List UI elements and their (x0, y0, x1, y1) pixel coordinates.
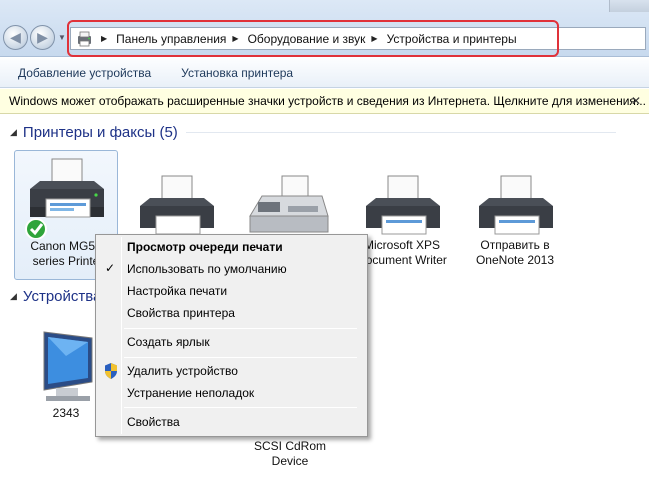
device-label: Device (271, 454, 309, 468)
printers-group-title: Принтеры и факсы (5) (22, 124, 178, 141)
menu-item-print-settings[interactable]: Настройка печати (127, 281, 227, 301)
menu-item-properties[interactable]: Свойства (127, 412, 180, 432)
forward-arrow-icon: ▶ (37, 29, 48, 45)
device-label: SCSI CdRom (253, 439, 327, 453)
menu-separator (124, 407, 357, 408)
device-label: Отправить в (480, 238, 550, 252)
printer-icon (140, 175, 214, 235)
breadcrumb-control-panel[interactable]: Панель управления (116, 32, 226, 46)
menu-separator (124, 357, 357, 358)
navigation-bar: ◀ ▶ ▼ ▶ Панель управления ▶ Оборудование… (0, 0, 649, 57)
breadcrumb-separator-icon[interactable]: ▶ (371, 34, 377, 43)
menu-item-create-shortcut[interactable]: Создать ярлык (127, 332, 210, 352)
info-bar[interactable]: Windows может отображать расширенные зна… (0, 89, 649, 114)
menu-item-printer-properties[interactable]: Свойства принтера (127, 303, 235, 323)
collapse-arrow-icon[interactable]: ◢ (10, 127, 17, 138)
menu-separator (124, 328, 357, 329)
close-icon[interactable]: ✕ (631, 94, 641, 108)
breadcrumb-separator-icon[interactable]: ▶ (101, 34, 107, 43)
devices-printers-icon (78, 31, 91, 46)
devices-group-title: Устройства (22, 288, 102, 305)
window-close-strip[interactable] (609, 0, 649, 12)
add-device-button[interactable]: Добавление устройства (0, 66, 166, 80)
breadcrumb-devices-printers[interactable]: Устройства и принтеры (387, 32, 517, 46)
monitor-icon (43, 331, 93, 401)
add-printer-button[interactable]: Установка принтера (166, 66, 308, 80)
printer-onenote[interactable]: Отправить в OneNote 2013 (463, 150, 567, 280)
forward-button[interactable]: ▶ (30, 25, 55, 50)
menu-item-view-queue[interactable]: Просмотр очереди печати (127, 237, 283, 257)
uac-shield-icon (105, 363, 117, 379)
menu-item-troubleshoot[interactable]: Устранение неполадок (127, 383, 254, 403)
command-toolbar: Добавление устройства Установка принтера (0, 58, 649, 88)
collapse-arrow-icon[interactable]: ◢ (10, 291, 17, 302)
group-divider (185, 132, 616, 133)
checkmark-icon: ✓ (105, 261, 116, 275)
menu-item-set-default[interactable]: Использовать по умолчанию (127, 259, 287, 279)
menu-item-remove-device[interactable]: Удалить устройство (127, 361, 238, 381)
breadcrumb-hardware-sound[interactable]: Оборудование и звук (248, 32, 366, 46)
cdrom-device[interactable]: SCSI CdRom Device (238, 439, 342, 473)
context-menu: Просмотр очереди печати ✓ Использовать п… (95, 234, 368, 437)
printers-group-header[interactable]: ◢ Принтеры и факсы (5) (10, 124, 616, 141)
printer-icon (366, 175, 440, 235)
address-bar[interactable]: ▶ Панель управления ▶ Оборудование и зву… (70, 27, 646, 50)
back-button[interactable]: ◀ (3, 25, 28, 50)
printer-icon (479, 175, 553, 235)
printer-icon (25, 158, 104, 239)
menu-gutter (121, 237, 122, 434)
info-bar-text: Windows может отображать расширенные зна… (9, 94, 646, 108)
device-label: OneNote 2013 (475, 253, 555, 267)
devices-group-header[interactable]: ◢ Устройства (10, 288, 101, 305)
breadcrumb-separator-icon[interactable]: ▶ (232, 34, 238, 43)
back-arrow-icon: ◀ (10, 29, 21, 45)
history-dropdown-icon[interactable]: ▼ (58, 33, 66, 42)
fax-icon (249, 175, 329, 233)
